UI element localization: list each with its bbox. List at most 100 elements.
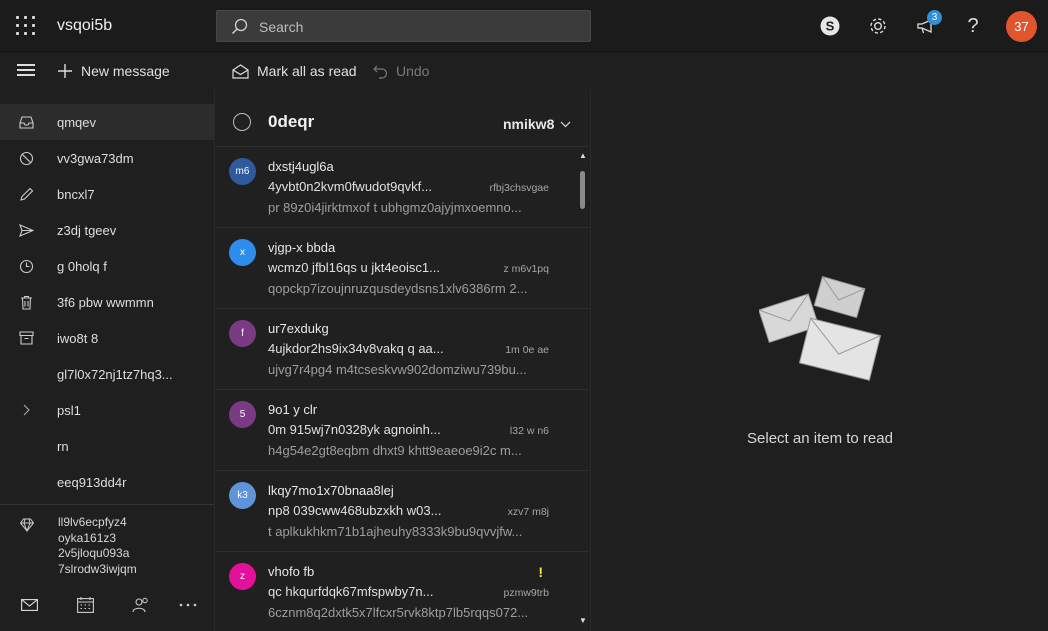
filter-label: nmikw8: [503, 116, 555, 132]
sender-avatar: k3: [229, 482, 256, 509]
message-subject: np8 039cww468ubzxkh w03...: [268, 503, 442, 518]
message-preview: 6cznm8q2dxtk5x7lfcxr5rvk8ktp7lb5rqqs072.…: [268, 605, 529, 620]
pencil-icon: [18, 186, 34, 202]
message-list-scrollbar[interactable]: ▲ ▼: [577, 147, 589, 631]
promo-line: oyka161z3: [58, 530, 117, 545]
message-preview: ujvg7r4pg4 m4tcseskvw902domziwu739bu...: [268, 362, 527, 377]
folder-title: 0deqr: [268, 112, 315, 131]
message-item[interactable]: x vjgp-x bbda wcmz0 jfbl16qs u jkt4eoisc…: [216, 228, 589, 309]
message-subject: 4yvbt0n2kvm0fwudot9qvkf...: [268, 179, 433, 194]
help-icon[interactable]: ?: [961, 14, 985, 38]
mail-icon[interactable]: [19, 595, 39, 615]
search-box[interactable]: [216, 10, 591, 42]
promo-text: ll9lv6ecpfyz4 oyka161z3 2v5jloqu093a 7sl…: [58, 515, 137, 577]
folder-label: bncxl7: [57, 186, 95, 202]
svg-text:S: S: [826, 19, 835, 34]
junk-icon: [18, 150, 34, 166]
new-message-button[interactable]: New message: [57, 61, 170, 81]
sender-name: 9o1 y clr: [268, 402, 318, 417]
more-icon[interactable]: [178, 595, 198, 615]
diamond-icon: [19, 518, 35, 533]
command-bar: New message Mark all as read Undo: [0, 52, 1048, 89]
folder-item-scheduled[interactable]: g 0holq f: [0, 248, 214, 284]
message-time: rfbj3chsvgae: [489, 182, 549, 194]
folder-pane: qmqev vv3gwa73dm bncxl7 z3dj tgeev g 0ho…: [0, 89, 215, 631]
empty-reading-message: Select an item to read: [747, 430, 893, 447]
message-time: 1m 0e ae: [505, 344, 549, 356]
folder-item-9[interactable]: rn: [0, 428, 214, 464]
folder-label: iwo8t 8: [57, 330, 99, 346]
message-time: pzmw9trb: [503, 587, 549, 599]
new-message-label: New message: [81, 63, 170, 79]
folder-label: g 0holq f: [57, 258, 107, 274]
message-preview: pr 89z0i4jirktmxof t ubhgmz0ajyjmxoemno.…: [268, 200, 522, 215]
folder-item-junk[interactable]: vv3gwa73dm: [0, 140, 214, 176]
filter-dropdown[interactable]: nmikw8: [503, 116, 571, 132]
clock-icon: [18, 258, 34, 274]
app-title[interactable]: vsqoi5b: [57, 17, 112, 35]
promo-line: 7slrodw3iwjqm: [58, 561, 137, 576]
sender-avatar: z: [229, 563, 256, 590]
send-icon: [18, 222, 34, 238]
message-subject: qc hkqurfdqk67mfspwby7n...: [268, 584, 434, 599]
folder-item-deleted[interactable]: 3f6 pbw wwmmn: [0, 284, 214, 320]
inbox-icon: [18, 114, 34, 130]
mark-all-read-button[interactable]: Mark all as read: [232, 61, 357, 81]
message-time: l32 w n6: [509, 425, 549, 437]
folder-item-drafts[interactable]: bncxl7: [0, 176, 214, 212]
folder-label: qmqev: [57, 114, 97, 130]
folder-item-10[interactable]: eeq913dd4r: [0, 464, 214, 500]
chevron-down-icon: [560, 121, 571, 127]
folder-label: vv3gwa73dm: [57, 150, 134, 166]
user-avatar[interactable]: 37: [1006, 11, 1037, 42]
select-all-checkbox[interactable]: [233, 113, 251, 131]
message-preview: t aplkukhkm71b1ajheuhy8333k9bu9qvvjfw...: [268, 524, 523, 539]
chevron-right-icon[interactable]: [18, 402, 34, 418]
folder-item-archive[interactable]: iwo8t 8: [0, 320, 214, 356]
message-item[interactable]: m6 dxstj4ugl6a 4yvbt0n2kvm0fwudot9qvkf..…: [216, 147, 589, 228]
app-launcher-icon[interactable]: [16, 16, 36, 36]
undo-button[interactable]: Undo: [373, 61, 429, 81]
skype-icon[interactable]: S: [818, 14, 842, 38]
message-item[interactable]: z vhofo fb ! qc hkqurfdqk67mfspwby7n... …: [216, 552, 589, 631]
search-input[interactable]: [259, 17, 579, 37]
settings-gear-icon[interactable]: [866, 14, 890, 38]
calendar-icon[interactable]: [75, 595, 95, 615]
message-subject: 4ujkdor2hs9ix34v8vakq q aa...: [268, 341, 444, 356]
hamburger-menu-icon[interactable]: [17, 64, 35, 76]
premium-promo[interactable]: ll9lv6ecpfyz4 oyka161z3 2v5jloqu093a 7sl…: [0, 504, 214, 577]
message-subject: wcmz0 jfbl16qs u jkt4eoisc1...: [268, 260, 440, 275]
folder-item-group[interactable]: psl1: [0, 392, 214, 428]
message-preview: qopckp7izoujnruzqusdeydsns1xlv6386rm 2..…: [268, 281, 528, 296]
scroll-down-arrow-icon[interactable]: ▼: [578, 617, 588, 625]
scroll-up-arrow-icon[interactable]: ▲: [578, 152, 588, 160]
important-flag-icon: !: [538, 564, 543, 580]
folder-label: z3dj tgeev: [57, 222, 117, 238]
message-list-header: 0deqr nmikw8: [216, 89, 589, 147]
message-item[interactable]: k3 lkqy7mo1x70bnaa8lej np8 039cww468ubzx…: [216, 471, 589, 552]
scroll-thumb[interactable]: [580, 171, 585, 209]
sender-name: vhofo fb: [268, 564, 315, 579]
sender-avatar: 5: [229, 401, 256, 428]
top-bar: vsqoi5b S 3 ? 37: [0, 0, 1048, 52]
promo-line: 2v5jloqu093a: [58, 546, 130, 560]
envelopes-illustration-icon: [759, 275, 882, 381]
message-subject: 0m 915wj7n0328yk agnoinh...: [268, 422, 441, 437]
message-item[interactable]: 5 9o1 y clr 0m 915wj7n0328yk agnoinh... …: [216, 390, 589, 471]
sender-name: ur7exdukg: [268, 321, 329, 336]
archive-icon: [18, 330, 34, 346]
folder-item-7[interactable]: gl7l0x72nj1tz7hq3...: [0, 356, 214, 392]
mark-all-read-label: Mark all as read: [257, 63, 357, 79]
module-switcher: [0, 585, 214, 631]
sender-avatar: f: [229, 320, 256, 347]
folder-item-sent[interactable]: z3dj tgeev: [0, 212, 214, 248]
people-icon[interactable]: [131, 595, 151, 615]
message-list: 0deqr nmikw8 m6 dxstj4ugl6a 4yvbt0n2kvm0…: [216, 89, 589, 631]
folder-label: rn: [57, 438, 69, 454]
message-item[interactable]: f ur7exdukg 4ujkdor2hs9ix34v8vakq q aa..…: [216, 309, 589, 390]
folder-item-inbox[interactable]: qmqev: [0, 104, 214, 140]
undo-label: Undo: [396, 63, 430, 79]
sender-name: dxstj4ugl6a: [268, 159, 334, 174]
trash-icon: [18, 294, 34, 310]
reading-pane: Select an item to read: [590, 89, 1048, 631]
